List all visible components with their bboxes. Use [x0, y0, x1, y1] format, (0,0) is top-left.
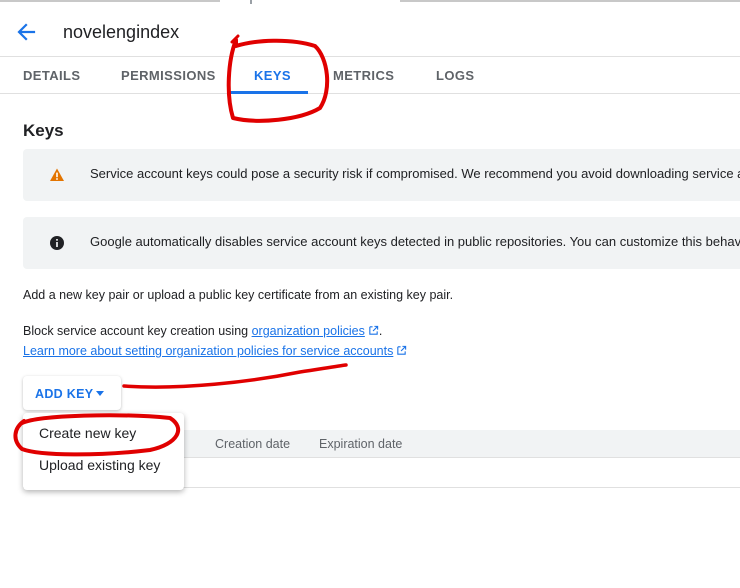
- back-button[interactable]: [14, 20, 40, 44]
- dropdown-arrow-icon: [96, 391, 104, 396]
- policy-text: Block service account key creation using…: [23, 324, 382, 338]
- menu-item-upload-existing-key[interactable]: Upload existing key: [23, 450, 184, 482]
- info-icon: [50, 236, 64, 250]
- add-key-button[interactable]: ADD KEY: [23, 376, 121, 410]
- organization-policies-link[interactable]: organization policies: [252, 324, 365, 338]
- external-link-icon: [397, 345, 407, 355]
- page-header: novelengindex: [0, 8, 740, 56]
- tab-metrics[interactable]: METRICS: [333, 68, 394, 83]
- create-new-key-label: Create new key: [39, 425, 137, 441]
- security-warning-banner: Service account keys could pose a securi…: [23, 149, 740, 201]
- tab-bar: DETAILS PERMISSIONS KEYS METRICS LOGS: [0, 56, 740, 94]
- info-text: Google automatically disables service ac…: [90, 234, 740, 249]
- info-banner: Google automatically disables service ac…: [23, 217, 740, 269]
- tab-keys[interactable]: KEYS: [254, 68, 291, 83]
- window-top-edge: [0, 0, 740, 4]
- underline-annotation: [122, 363, 348, 389]
- tab-logs[interactable]: LOGS: [436, 68, 474, 83]
- section-title: Keys: [23, 121, 64, 140]
- external-link-icon: [369, 325, 379, 335]
- column-expiration-date: Expiration date: [319, 437, 403, 451]
- warning-icon: [50, 168, 64, 181]
- page-title: novelengindex: [63, 22, 180, 42]
- menu-item-create-new-key[interactable]: Create new key: [23, 418, 184, 450]
- warning-text: Service account keys could pose a securi…: [90, 166, 740, 181]
- policy-prefix: Block service account key creation using: [23, 324, 252, 338]
- upload-existing-key-label: Upload existing key: [39, 457, 161, 473]
- add-key-menu: Create new key Upload existing key: [23, 413, 184, 490]
- tab-details[interactable]: DETAILS: [23, 68, 80, 83]
- add-key-label: ADD KEY: [35, 387, 94, 401]
- column-creation-date: Creation date: [215, 437, 291, 451]
- policy-suffix: .: [378, 324, 383, 338]
- learn-more-line: Learn more about setting organization po…: [23, 344, 407, 358]
- learn-more-link[interactable]: Learn more about setting organization po…: [23, 344, 393, 358]
- active-tab-indicator: [230, 91, 308, 94]
- arrow-back-icon: [17, 23, 36, 41]
- tab-permissions[interactable]: PERMISSIONS: [121, 68, 216, 83]
- intro-text: Add a new key pair or upload a public ke…: [23, 288, 454, 302]
